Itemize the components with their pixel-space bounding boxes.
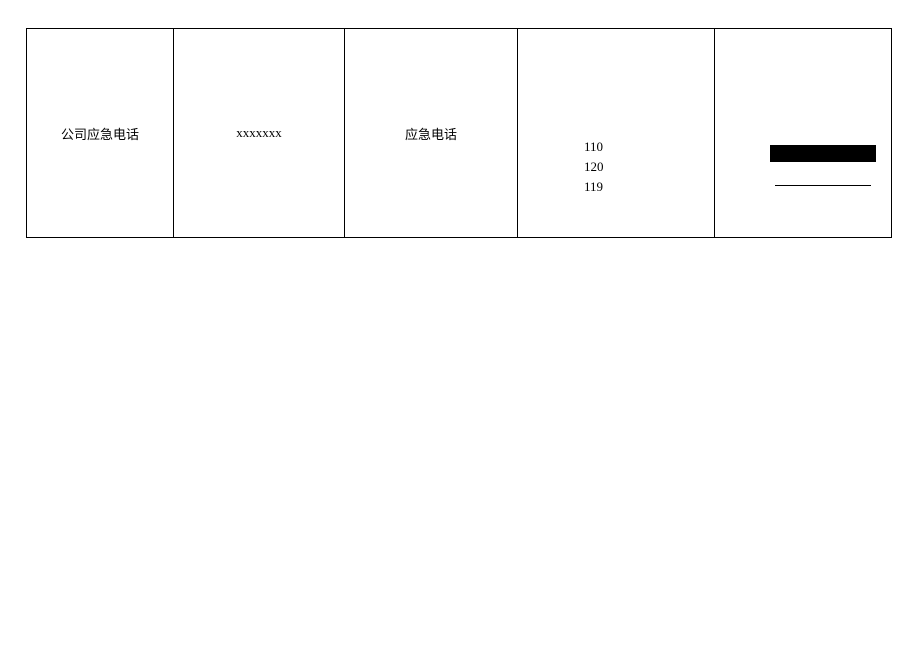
emergency-contact-table: 公司应急电话 xxxxxxx 应急电话 110 120 119 <box>26 28 894 238</box>
emergency-number-3: 119 <box>584 177 604 197</box>
company-emergency-phone-label: 公司应急电话 <box>61 124 139 143</box>
signature-cell <box>714 28 892 238</box>
redacted-bar <box>770 145 876 162</box>
company-emergency-phone-label-cell: 公司应急电话 <box>26 28 174 238</box>
emergency-numbers-cell: 110 120 119 <box>517 28 715 238</box>
emergency-numbers-list: 110 120 119 <box>584 137 604 197</box>
signature-line <box>775 185 871 186</box>
company-emergency-phone-value: xxxxxxx <box>236 125 282 141</box>
company-emergency-phone-value-cell: xxxxxxx <box>173 28 345 238</box>
emergency-number-2: 120 <box>584 157 604 177</box>
emergency-phone-label: 应急电话 <box>405 124 457 143</box>
emergency-phone-label-cell: 应急电话 <box>344 28 518 238</box>
emergency-number-1: 110 <box>584 137 604 157</box>
